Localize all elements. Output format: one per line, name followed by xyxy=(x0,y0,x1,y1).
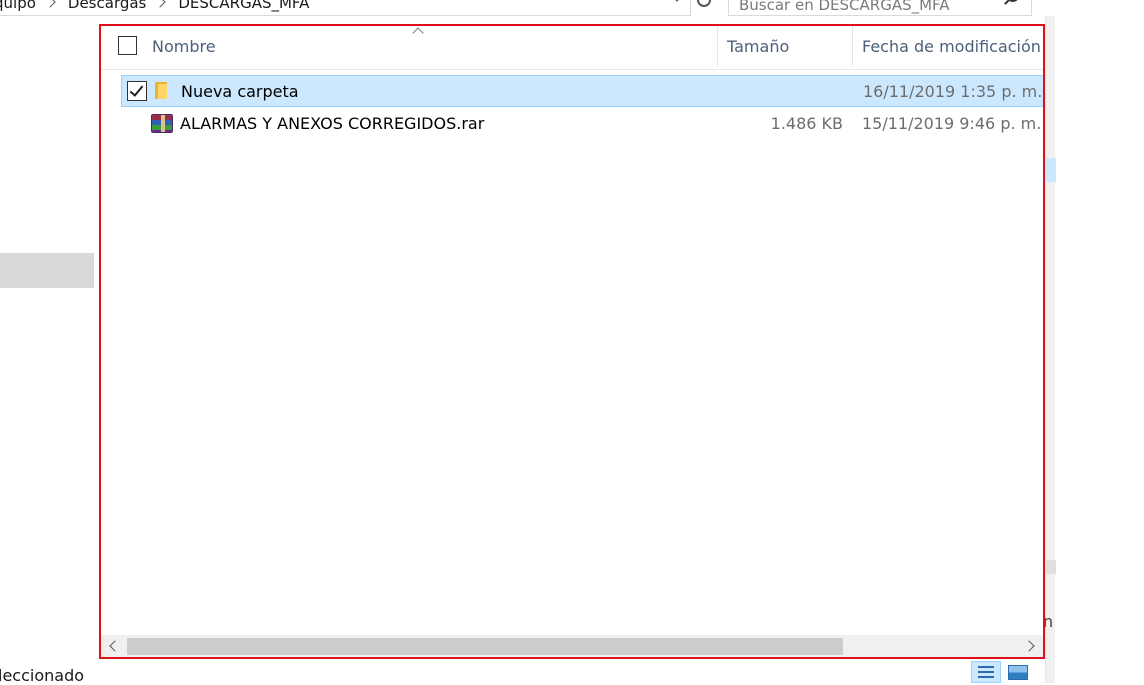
breadcrumb: quipo Descargas DESCARGAS_MFA xyxy=(0,0,313,12)
view-mode-buttons xyxy=(970,659,1040,683)
search-input[interactable]: Buscar en DESCARGAS_MFA xyxy=(728,0,1032,16)
file-list[interactable]: Nombre Tamaño Fecha de modificación Nuev… xyxy=(99,24,1045,659)
nav-selected-item[interactable] xyxy=(0,253,94,288)
file-modified-date: 15/11/2019 9:46 p. m. xyxy=(862,114,1042,133)
file-modified-date: 16/11/2019 1:35 p. m. xyxy=(863,82,1043,101)
rar-icon-strap xyxy=(161,115,165,132)
select-all-checkbox[interactable] xyxy=(118,36,137,55)
right-pane-edge xyxy=(1045,16,1056,683)
address-history-chevron-down-icon[interactable] xyxy=(668,0,688,12)
navigation-pane[interactable] xyxy=(0,16,100,656)
column-divider[interactable] xyxy=(717,26,718,66)
details-view-line xyxy=(978,676,994,678)
rar-archive-icon xyxy=(151,114,173,133)
column-header-modified[interactable]: Fecha de modificación xyxy=(862,37,1041,56)
folder-icon-front xyxy=(158,84,167,99)
checkmark-icon xyxy=(129,82,144,97)
column-divider[interactable] xyxy=(852,26,853,66)
column-header-name[interactable]: Nombre xyxy=(152,37,216,56)
column-header-row: Nombre Tamaño Fecha de modificación xyxy=(101,26,1043,70)
folder-icon xyxy=(155,82,167,99)
large-icons-view-picture xyxy=(1008,665,1028,680)
large-icons-view-icon[interactable] xyxy=(1006,661,1032,683)
refresh-button[interactable] xyxy=(690,0,718,16)
column-header-size[interactable]: Tamaño xyxy=(727,37,789,56)
refresh-icon xyxy=(697,0,711,7)
search-icon-handle xyxy=(1004,0,1010,5)
status-selected-count: leccionado xyxy=(0,666,85,685)
breadcrumb-item-descargas[interactable]: Descargas xyxy=(68,0,146,12)
file-name[interactable]: Nueva carpeta xyxy=(181,82,299,101)
breadcrumb-item-equipo[interactable]: quipo xyxy=(0,0,36,12)
chevron-right-icon[interactable] xyxy=(44,0,56,8)
horizontal-scrollbar[interactable] xyxy=(101,635,1043,657)
search-icon[interactable] xyxy=(1003,0,1021,8)
list-item[interactable]: ALARMAS Y ANEXOS CORREGIDOS.rar 1.486 KB… xyxy=(121,108,1043,140)
list-item[interactable]: Nueva carpeta 16/11/2019 1:35 p. m. xyxy=(121,75,1043,107)
address-bar[interactable]: quipo Descargas DESCARGAS_MFA xyxy=(0,0,690,16)
breadcrumb-item-descargas-mfa[interactable]: DESCARGAS_MFA xyxy=(178,0,309,12)
search-placeholder: Buscar en DESCARGAS_MFA xyxy=(739,0,950,14)
right-pane-highlight xyxy=(1046,158,1056,182)
details-view-icon[interactable] xyxy=(971,661,1001,683)
scroll-right-icon[interactable] xyxy=(1017,635,1043,657)
file-size: 1.486 KB xyxy=(770,114,843,133)
scrollbar-thumb[interactable] xyxy=(127,638,843,655)
details-view-line xyxy=(978,666,994,668)
details-view-line xyxy=(978,671,994,673)
file-name[interactable]: ALARMAS Y ANEXOS CORREGIDOS.rar xyxy=(180,114,484,133)
chevron-right-icon[interactable] xyxy=(154,0,167,8)
scroll-left-icon[interactable] xyxy=(101,635,127,657)
row-checkbox[interactable] xyxy=(127,81,147,101)
right-pane-mark xyxy=(1046,560,1056,574)
